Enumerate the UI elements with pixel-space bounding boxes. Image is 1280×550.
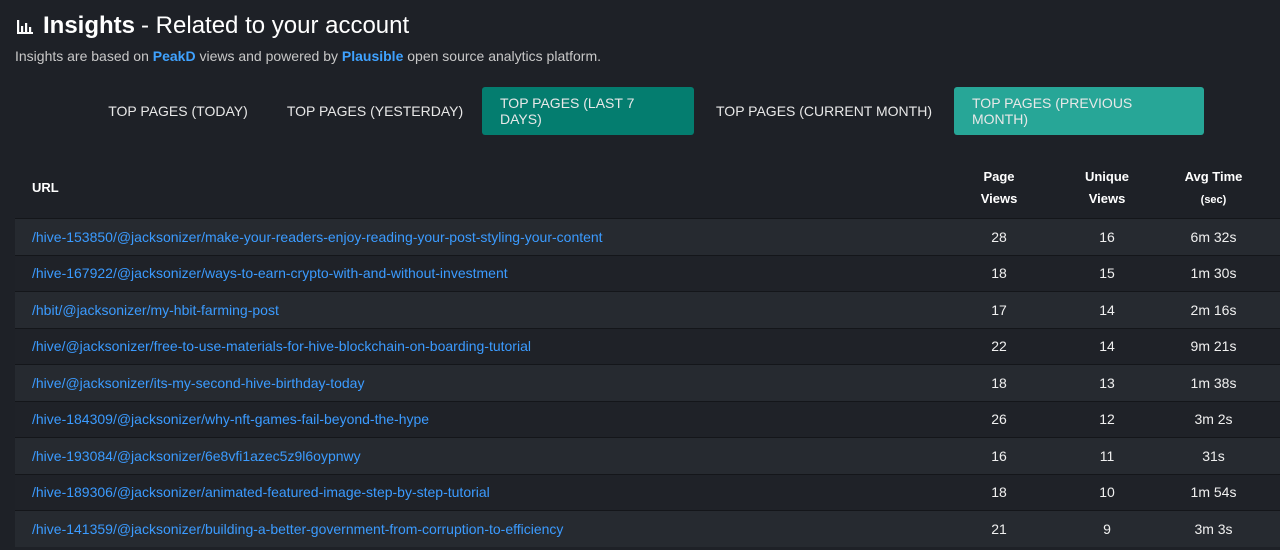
avg-time-cell: 1m 38s [1190,374,1237,391]
subtitle-text-post: open source analytics platform. [403,48,602,64]
avg-time-cell: 1m 30s [1190,265,1237,282]
subtitle: Insights are based on PeakD views and po… [15,48,601,64]
unique-views-cell: 13 [1099,374,1115,391]
table-row: /hive-167922/@jacksonizer/ways-to-earn-c… [15,255,1280,292]
table-row: /hive-193084/@jacksonizer/6e8vfi1azec5z9… [15,437,1280,474]
page-url-link[interactable]: /hive/@jacksonizer/free-to-use-materials… [32,338,531,354]
unique-views-line2: Views [1088,191,1126,206]
page-url-link[interactable]: /hive-141359/@jacksonizer/building-a-bet… [32,521,563,537]
page-views-cell: 18 [991,484,1007,501]
unique-views-cell: 11 [1099,447,1115,464]
page-url-link[interactable]: /hbit/@jacksonizer/my-hbit-farming-post [32,302,279,318]
unique-views-cell: 14 [1099,338,1115,355]
page-views-line1: Page [983,169,1015,184]
unique-views-cell: 16 [1099,228,1115,245]
avg-time-line2: (sec) [1200,193,1227,206]
table-row: /hbit/@jacksonizer/my-hbit-farming-post … [15,291,1280,328]
page-views-line2: Views [980,191,1018,206]
avg-time-cell: 1m 54s [1190,484,1237,501]
unique-views-cell: 12 [1099,411,1115,428]
avg-time-cell: 6m 32s [1190,228,1237,245]
plausible-link[interactable]: Plausible [342,48,403,64]
unique-views-cell: 15 [1099,265,1115,282]
unique-views-line1: Unique [1084,169,1130,184]
avg-time-line1: Avg Time [1184,168,1243,184]
page-views-cell: 22 [991,338,1007,355]
page-views-cell: 28 [991,228,1007,245]
top-pages-table: URL Page Views Unique Views Avg Time (se… [15,158,1280,547]
title-rest: - Related to your account [141,12,410,39]
unique-views-cell: 9 [1103,521,1111,537]
subtitle-text-pre: Insights are based on [15,48,153,64]
avg-time-cell: 9m 21s [1190,338,1237,355]
unique-views-cell: 10 [1099,484,1115,501]
avg-time-cell: 2m 16s [1190,301,1237,318]
page-url-link[interactable]: /hive-189306/@jacksonizer/animated-featu… [32,484,490,500]
page-views-cell: 18 [991,374,1007,391]
page-url-link[interactable]: /hive-167922/@jacksonizer/ways-to-earn-c… [32,265,508,281]
page-views-cell: 26 [991,411,1007,428]
page-views-cell: 21 [991,521,1007,537]
table-row: /hive/@jacksonizer/free-to-use-materials… [15,328,1280,365]
table-header-row: URL Page Views Unique Views Avg Time (se… [15,158,1280,219]
title-strong: Insights [43,12,136,39]
tab-today[interactable]: TOP PAGES (TODAY) [88,87,268,135]
peakd-link[interactable]: PeakD [153,48,196,64]
subtitle-text-mid: views and powered by [195,48,342,64]
unique-views-cell: 14 [1099,301,1115,318]
tab-current-month[interactable]: TOP PAGES (CURRENT MONTH) [694,87,954,135]
table-row: /hive-153850/@jacksonizer/make-your-read… [15,218,1280,255]
avg-time-cell: 3m 2s [1194,411,1233,428]
avg-time-cell: 3m 3s [1194,521,1233,537]
page-url-link[interactable]: /hive-153850/@jacksonizer/make-your-read… [32,229,603,245]
bar-chart-icon [15,16,35,36]
page-url-link[interactable]: /hive-193084/@jacksonizer/6e8vfi1azec5z9… [32,448,361,464]
tab-last-7-days[interactable]: TOP PAGES (LAST 7 DAYS) [482,87,694,135]
page-views-cell: 17 [991,301,1007,318]
table-row: /hive/@jacksonizer/its-my-second-hive-bi… [15,364,1280,401]
column-header-unique-views: Unique Views [1067,158,1147,219]
tab-previous-month[interactable]: TOP PAGES (PREVIOUS MONTH) [954,87,1204,135]
page-title: Insights - Related to your account [15,10,601,42]
period-tabs: TOP PAGES (TODAY) TOP PAGES (YESTERDAY) … [88,87,1204,135]
page-header: Insights - Related to your account Insig… [15,10,601,64]
page-views-cell: 18 [991,265,1007,282]
column-header-url: URL [32,180,59,195]
page-url-link[interactable]: /hive/@jacksonizer/its-my-second-hive-bi… [32,375,364,391]
column-header-avg-time: Avg Time (sec) [1147,158,1280,219]
avg-time-cell: 31s [1202,447,1225,464]
column-header-page-views: Page Views [931,158,1067,219]
table-row: /hive-141359/@jacksonizer/building-a-bet… [15,510,1280,547]
page-url-link[interactable]: /hive-184309/@jacksonizer/why-nft-games-… [32,411,429,427]
table-row: /hive-184309/@jacksonizer/why-nft-games-… [15,401,1280,438]
page-views-cell: 16 [991,447,1007,464]
table-row: /hive-189306/@jacksonizer/animated-featu… [15,474,1280,511]
tab-yesterday[interactable]: TOP PAGES (YESTERDAY) [268,87,482,135]
